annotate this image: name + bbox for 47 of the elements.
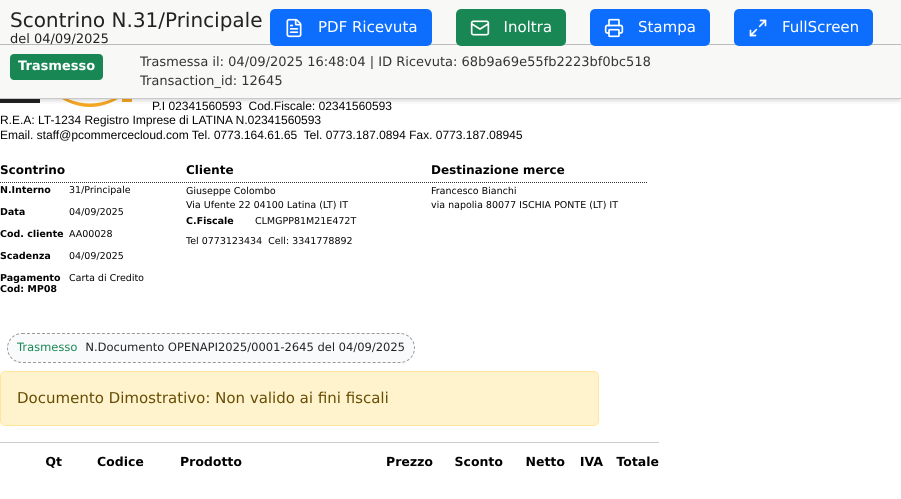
column-header: Codice	[96, 453, 145, 471]
fiscal-label: C.Fiscale	[186, 215, 235, 229]
section-heading: Scontrino	[0, 162, 66, 179]
mail-icon	[470, 18, 490, 38]
page-subtitle: del 04/09/2025	[10, 31, 110, 49]
page-title: Scontrino N.31/Principale	[10, 9, 264, 31]
field-value: 04/09/2025	[69, 207, 124, 220]
contact-info: Email. staff@pcommercecloud.com Tel. 0773.164.61.65 Tel. 0773.187.0894 Fax. 0773.187.08945	[0, 128, 524, 143]
status-line: Trasmessa il: 04/09/2025 16:48:04 | ID Ricevuta: 68b9a69e55fb2223bf0bc518	[140, 54, 651, 72]
section-heading: Cliente	[186, 162, 235, 179]
expand-icon	[748, 18, 768, 38]
customer-name: Giuseppe Colombo	[186, 185, 277, 199]
document-number: N.Documento OPENAPI2025/0001-2645 del 04/09/2025	[85, 339, 405, 356]
printer-icon	[604, 18, 624, 38]
field-value: 04/09/2025	[69, 251, 124, 264]
column-header: Prezzo	[385, 453, 433, 471]
recipient-address: via napolia 80077 ISCHIA PONTE (LT) IT	[431, 199, 618, 213]
rea-info: R.E.A: LT-1234 Registro Imprese di LATINA N.02341560593	[0, 113, 322, 128]
customer-phones: Tel 0773123434 Cell: 3341778892	[186, 235, 354, 249]
tax-info: P.I 02341560593 Cod.Fiscale: 02341560593	[152, 99, 392, 113]
document-icon	[284, 18, 304, 38]
section-heading: Destinazione merce	[431, 162, 565, 179]
status-badge: Trasmesso	[10, 54, 104, 80]
field-label: Pagamento Cod: MP08	[0, 273, 62, 295]
recipient-name: Francesco Bianchi	[431, 185, 518, 199]
field-label: Cod. cliente	[0, 229, 65, 242]
field-value: AA00028	[69, 229, 112, 242]
column-header: Qt	[44, 453, 62, 471]
warning-alert: Documento Dimostrativo: Non valido ai fini fiscali	[0, 371, 599, 426]
field-value: Carta di Credito	[69, 273, 144, 286]
field-value: 31/Principale	[69, 185, 131, 198]
status-text: Trasmesso	[17, 339, 78, 356]
field-label: Scadenza	[0, 251, 52, 264]
customer-address: Via Ufente 22 04100 Latina (LT) IT	[186, 199, 350, 213]
action-button[interactable]: Stampa	[590, 9, 710, 46]
column-header: Sconto	[454, 453, 503, 471]
fiscal-code: CLMGPP81M21E472T	[255, 215, 356, 229]
field-label: Data	[0, 207, 26, 220]
action-button[interactable]: FullScreen	[734, 9, 874, 46]
field-label: N.Interno	[0, 185, 52, 198]
column-header: IVA	[578, 453, 603, 471]
status-line: Transaction_id: 12645	[140, 73, 284, 91]
action-button[interactable]: PDF Ricevuta	[270, 9, 432, 46]
action-button[interactable]: Inoltra	[456, 9, 566, 46]
column-header: Prodotto	[180, 453, 243, 471]
column-header: Netto	[524, 453, 565, 471]
column-header: Totale	[615, 453, 659, 471]
